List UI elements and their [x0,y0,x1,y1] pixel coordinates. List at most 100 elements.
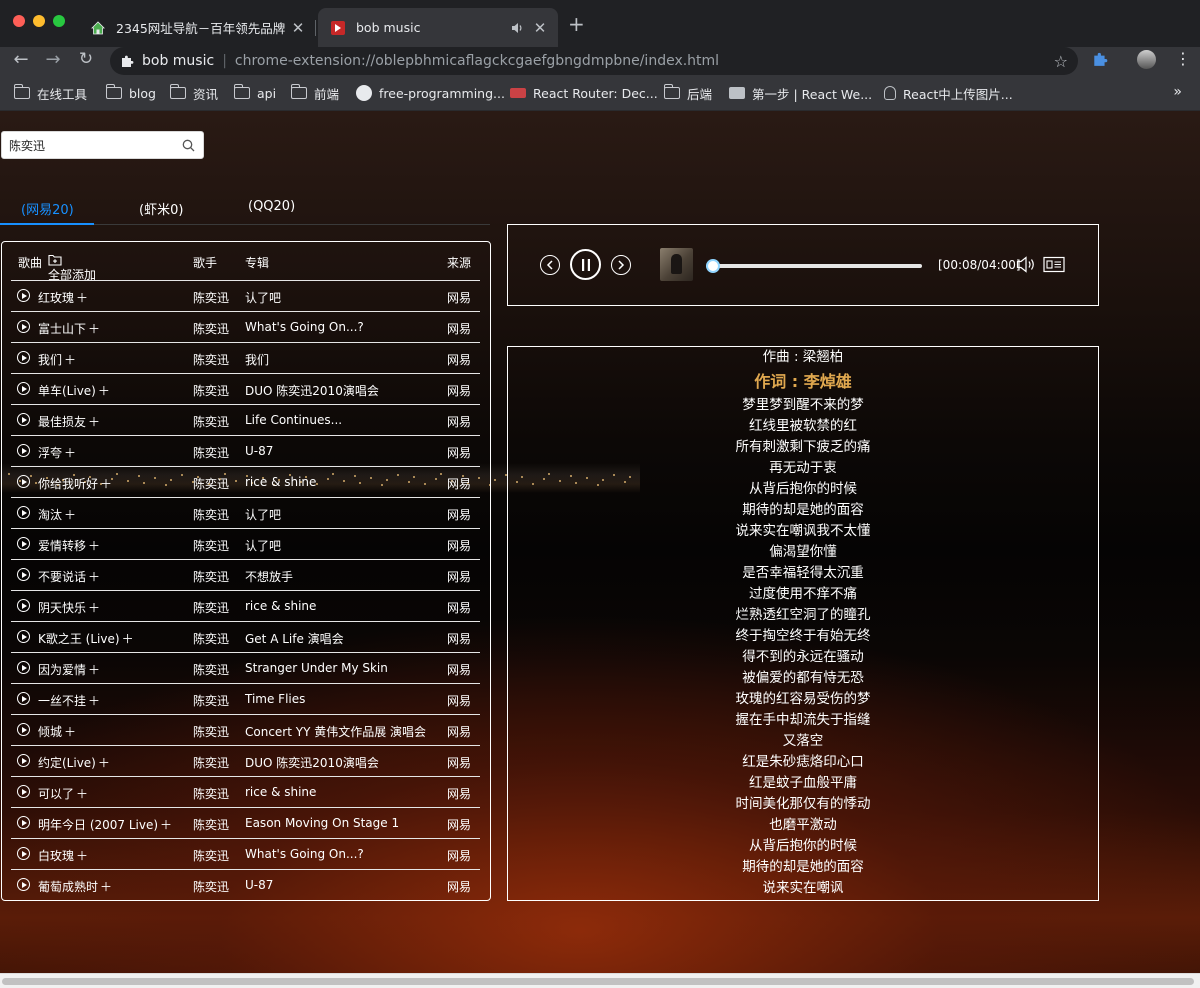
lyrics-card-icon[interactable] [1043,256,1065,273]
song-title[interactable]: 红玫瑰＋ [38,289,88,306]
song-title[interactable]: 明年今日 (2007 Live) ＋ [38,816,172,833]
zoom-window-button[interactable] [53,15,65,27]
bookmark-item[interactable]: 资讯 [169,83,218,103]
play-circle-icon[interactable] [17,506,30,519]
play-circle-icon[interactable] [17,723,30,736]
song-title[interactable]: 可以了＋ [38,785,88,802]
add-to-playlist-icon[interactable]: ＋ [100,477,112,491]
play-circle-icon[interactable] [17,444,30,457]
bookmark-item[interactable]: api [233,83,276,103]
table-row[interactable]: 淘汰＋ 陈奕迅 认了吧 网易 [11,497,480,528]
add-to-playlist-icon[interactable]: ＋ [64,508,76,522]
song-title[interactable]: 倾城＋ [38,723,76,740]
play-circle-icon[interactable] [17,382,30,395]
close-window-button[interactable] [13,15,25,27]
song-title[interactable]: 浮夸＋ [38,444,76,461]
bookmark-item[interactable]: React Router: Dec... [510,83,658,103]
table-row[interactable]: 我们＋ 陈奕迅 我们 网易 [11,342,480,373]
add-to-playlist-icon[interactable]: ＋ [64,725,76,739]
add-to-playlist-icon[interactable]: ＋ [160,818,172,832]
bookmarks-overflow-button[interactable]: » [1173,84,1182,100]
table-row[interactable]: 白玫瑰＋ 陈奕迅 What's Going On...? 网易 [11,838,480,869]
tab-netease[interactable]: (网易20) [21,199,74,218]
table-row[interactable]: K歌之王 (Live) ＋ 陈奕迅 Get A Life 演唱会 网易 [11,621,480,652]
table-row[interactable]: 阴天快乐＋ 陈奕迅 rice & shine 网易 [11,590,480,621]
table-row[interactable]: 最佳损友＋ 陈奕迅 Life Continues... 网易 [11,404,480,435]
table-row[interactable]: 单车(Live) ＋ 陈奕迅 DUO 陈奕迅2010演唱会 网易 [11,373,480,404]
reload-icon[interactable]: ↻ [73,49,99,69]
table-row[interactable]: 可以了＋ 陈奕迅 rice & shine 网易 [11,776,480,807]
bookmark-item[interactable]: 后端 [663,83,712,103]
play-circle-icon[interactable] [17,537,30,550]
bookmark-item[interactable]: free-programming... [356,83,505,103]
play-circle-icon[interactable] [17,289,30,302]
forward-arrow-icon[interactable]: → [40,49,66,70]
song-title[interactable]: 淘汰＋ [38,506,76,523]
progress-handle[interactable] [706,259,720,273]
play-circle-icon[interactable] [17,785,30,798]
table-row[interactable]: 你给我听好＋ 陈奕迅 rice & shine 网易 [11,466,480,497]
add-to-playlist-icon[interactable]: ＋ [100,880,112,894]
table-row[interactable]: 一丝不挂＋ 陈奕迅 Time Flies 网易 [11,683,480,714]
pause-button[interactable] [570,249,601,280]
table-row[interactable]: 爱情转移＋ 陈奕迅 认了吧 网易 [11,528,480,559]
song-title[interactable]: 爱情转移＋ [38,537,100,554]
progress-bar[interactable] [706,259,922,273]
search-input[interactable] [2,133,173,157]
scrollbar-thumb[interactable] [2,978,1194,985]
song-title[interactable]: 白玫瑰＋ [38,847,88,864]
table-row[interactable]: 浮夸＋ 陈奕迅 U-87 网易 [11,435,480,466]
song-title[interactable]: 不要说话＋ [38,568,100,585]
bookmark-item[interactable]: 第一步 | React We... [729,83,872,103]
play-circle-icon[interactable] [17,475,30,488]
add-to-playlist-icon[interactable]: ＋ [76,787,88,801]
play-circle-icon[interactable] [17,692,30,705]
song-title[interactable]: 因为爱情＋ [38,661,100,678]
table-row[interactable]: 因为爱情＋ 陈奕迅 Stranger Under My Skin 网易 [11,652,480,683]
play-circle-icon[interactable] [17,754,30,767]
browser-tab-bob-music[interactable]: bob music ✕ [318,8,558,47]
play-circle-icon[interactable] [17,599,30,612]
add-all-button[interactable]: 全部添加 [48,254,96,282]
play-circle-icon[interactable] [17,816,30,829]
song-title[interactable]: 我们＋ [38,351,76,368]
add-to-playlist-icon[interactable]: ＋ [88,322,100,336]
table-row[interactable]: 葡萄成熟时＋ 陈奕迅 U-87 网易 [11,869,480,900]
extensions-puzzle-icon[interactable] [1092,51,1108,67]
add-to-playlist-icon[interactable]: ＋ [88,415,100,429]
next-track-button[interactable] [611,255,631,275]
bookmark-item[interactable]: React中上传图片... [884,83,1013,103]
table-row[interactable]: 不要说话＋ 陈奕迅 不想放手 网易 [11,559,480,590]
add-to-playlist-icon[interactable]: ＋ [64,353,76,367]
song-title[interactable]: 单车(Live) ＋ [38,382,110,399]
bookmark-star-icon[interactable]: ☆ [1054,52,1068,71]
tab-close-icon[interactable]: ✕ [530,19,550,37]
back-arrow-icon[interactable]: ← [8,49,34,70]
song-title[interactable]: 最佳损友＋ [38,413,100,430]
song-title[interactable]: 阴天快乐＋ [38,599,100,616]
add-to-playlist-icon[interactable]: ＋ [76,849,88,863]
play-circle-icon[interactable] [17,351,30,364]
add-to-playlist-icon[interactable]: ＋ [76,291,88,305]
play-circle-icon[interactable] [17,878,30,891]
play-circle-icon[interactable] [17,630,30,643]
play-circle-icon[interactable] [17,413,30,426]
add-to-playlist-icon[interactable]: ＋ [88,539,100,553]
song-title[interactable]: 葡萄成熟时＋ [38,878,112,895]
browser-tab-2345[interactable]: 2345网址导航－百年领先品牌 - 上网从2345开始 ✕ [78,8,316,47]
table-row[interactable]: 红玫瑰＋ 陈奕迅 认了吧 网易 [11,280,480,311]
add-to-playlist-icon[interactable]: ＋ [88,663,100,677]
menu-dots-icon[interactable]: ⋮ [1175,49,1191,68]
add-to-playlist-icon[interactable]: ＋ [122,632,134,646]
add-to-playlist-icon[interactable]: ＋ [98,756,110,770]
play-circle-icon[interactable] [17,320,30,333]
minimize-window-button[interactable] [33,15,45,27]
speaker-icon[interactable] [510,21,524,35]
tab-close-icon[interactable]: ✕ [288,19,308,37]
previous-track-button[interactable] [540,255,560,275]
search-icon[interactable] [173,139,203,152]
add-to-playlist-icon[interactable]: ＋ [88,570,100,584]
song-title[interactable]: 你给我听好＋ [38,475,112,492]
table-row[interactable]: 约定(Live) ＋ 陈奕迅 DUO 陈奕迅2010演唱会 网易 [11,745,480,776]
play-circle-icon[interactable] [17,661,30,674]
